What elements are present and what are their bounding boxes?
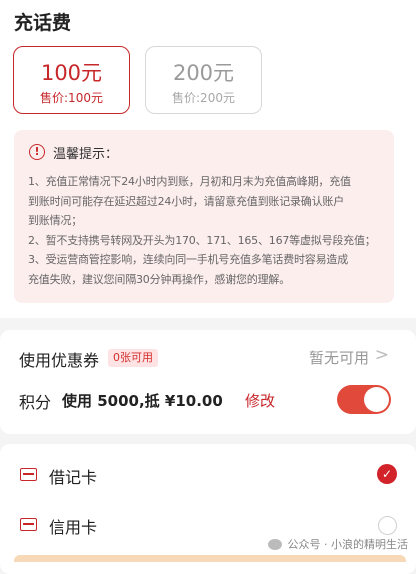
coupon-count-badge: 0张可用 [108,349,158,367]
alert-circle-icon: ! [29,144,45,160]
check-icon[interactable]: ✓ [377,464,397,484]
points-value: 使用 5000,抵 ¥10.00 [62,392,223,410]
amount-option-100[interactable]: 100元 售价:100元 [13,46,130,114]
amount-option-200[interactable]: 200元 售价:200元 [145,46,262,114]
coupon-label[interactable]: 使用优惠券 [19,347,99,371]
amount-value: 100元 [40,61,103,85]
watermark: 公众号 · 小浪的精明生活 [267,536,409,552]
bottom-banner [14,555,406,562]
notice-box: ! 温馨提示： 1、充值正常情况下24小时内到账，月初和月末为充值高峰期，充值 … [14,130,394,303]
amount-value: 200元 [172,61,235,85]
amount-price: 售价:200元 [172,91,235,105]
points-toggle[interactable] [337,385,391,414]
payment-label: 信用卡 [49,518,98,537]
notice-title: 温馨提示： [53,146,119,162]
watermark-text: 公众号 · 小浪的精明生活 [287,538,409,551]
coupon-status[interactable]: 暂无可用 [309,347,369,368]
chevron-right-icon[interactable]: > [375,345,389,365]
amount-price: 售价:100元 [40,91,103,105]
recharge-section: 充话费 100元 售价:100元 200元 售价:200元 ! 温馨提示： 1、… [0,0,416,318]
notice-line: 到账情况； [28,214,82,227]
notice-line: 3、受运营商管控影响，连续向同一手机号充值多笔话费时容易造成 [28,253,348,266]
notice-line: 1、充值正常情况下24小时内到账，月初和月末为充值高峰期，充值 [28,175,351,188]
card-icon [20,518,37,531]
card-icon [20,468,37,481]
points-edit-link[interactable]: 修改 [245,390,275,411]
notice-line: 到账时间可能存在延迟超过24小时，请留意充值到账记录确认账户 [28,194,344,208]
toggle-knob [364,387,389,412]
wechat-icon [267,538,282,550]
notice-line: 2、暂不支持携号转网及开头为170、171、165、167等虚拟号段充值； [28,233,376,247]
notice-header: ! 温馨提示： [28,142,384,162]
payment-label: 借记卡 [49,468,98,487]
radio-unchecked-icon[interactable] [378,516,397,535]
points-label: 积分 [19,393,52,412]
notice-body: 1、充值正常情况下24小时内到账，月初和月末为充值高峰期，充值 到账时间可能存在… [28,172,384,289]
notice-line: 充值失败，建议您间隔30分钟再操作，感谢您的理解。 [28,272,290,286]
section-title: 充话费 [14,12,72,34]
discount-section: 使用优惠券 0张可用 暂无可用 > 积分 使用 5000,抵 ¥10.00 修改 [0,330,416,434]
payment-option-debit[interactable]: 借记卡 ✓ [0,456,416,496]
